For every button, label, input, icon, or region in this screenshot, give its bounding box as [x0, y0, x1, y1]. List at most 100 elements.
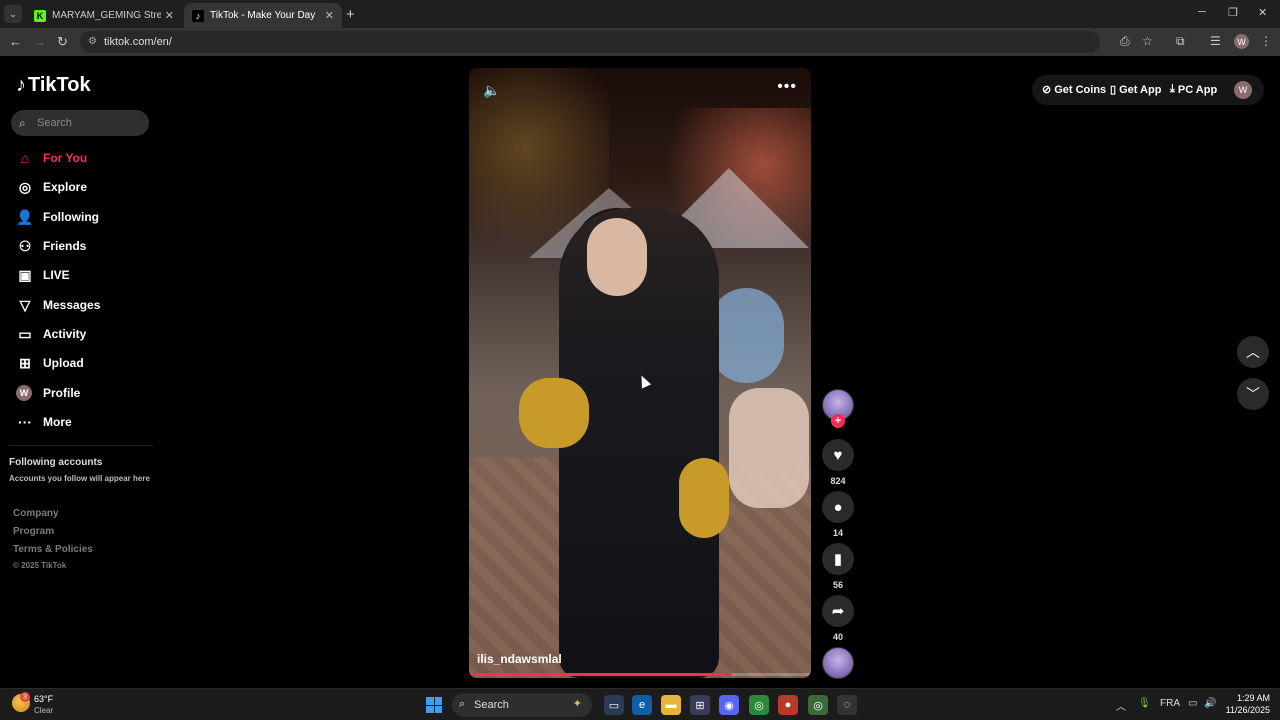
weather-temp[interactable]: 63°F [34, 694, 53, 704]
nav-live[interactable]: ▣ LIVE [16, 264, 69, 286]
following-accounts-title: Following accounts [9, 457, 103, 468]
forward-icon[interactable]: → [33, 34, 46, 49]
follow-plus-icon[interactable]: + [831, 414, 845, 428]
like-button[interactable]: ♥ [822, 439, 854, 471]
edge-icon[interactable]: e [632, 695, 652, 715]
share-icon: ➦ [831, 603, 845, 620]
pc-app-label: PC App [1177, 83, 1218, 96]
like-count: 824 [830, 476, 846, 486]
comment-icon: ● [833, 498, 843, 516]
browser-tab-bar: ⌄ K MARYAM_GEMING Stream - Kic ✕ ♪ TikTo… [0, 0, 1280, 28]
maximize-icon[interactable]: ❐ [1228, 6, 1238, 19]
save-count: 56 [832, 580, 843, 590]
chrome-active-icon[interactable]: ◎ [808, 695, 828, 715]
search-input[interactable]: ⌕ Search [11, 110, 149, 136]
url-bar[interactable]: ⚙ tiktok.com/en/ [80, 31, 1100, 53]
store-icon[interactable]: ⊞ [690, 695, 710, 715]
get-app-button[interactable]: ▯ Get App [1110, 83, 1161, 97]
minimize-icon[interactable]: ─ [1198, 6, 1206, 18]
share-button[interactable]: ➦ [822, 595, 854, 627]
weather-condition[interactable]: Clear [34, 706, 53, 715]
site-info-icon[interactable]: ⚙ [88, 36, 97, 47]
nav-more[interactable]: ··· More [16, 411, 72, 433]
extensions-icon[interactable]: ⧉ [1176, 34, 1185, 49]
more-icon: ··· [18, 414, 32, 430]
previous-video-button[interactable]: ︿ [1237, 336, 1269, 368]
tab-title: MARYAM_GEMING Stream - Kic [52, 10, 161, 21]
chrome-icon[interactable]: ◎ [749, 695, 769, 715]
back-icon[interactable]: ← [9, 34, 22, 49]
reload-icon[interactable]: ↻ [57, 34, 68, 50]
video-player[interactable]: 🔈 ••• ilis_ndawsmlal [469, 68, 811, 678]
music-disc-avatar[interactable] [822, 647, 854, 679]
footer-link-company[interactable]: Company [13, 508, 59, 519]
pc-app-button[interactable]: ⤓ PC App [1170, 83, 1217, 96]
nav-label: Following [43, 210, 99, 224]
microphone-icon[interactable]: 🎙 [1138, 698, 1151, 709]
video-username[interactable]: ilis_ndawsmlal [477, 652, 562, 666]
tab-tiktok[interactable]: ♪ TikTok - Make Your Day ✕ [184, 3, 342, 28]
url-text: tiktok.com/en/ [104, 36, 172, 48]
tiktok-logo[interactable]: ♪ TikTok [16, 74, 91, 97]
kick-icon: K [34, 9, 46, 22]
video-progress-bar[interactable] [469, 673, 811, 676]
clock-date[interactable]: 11/26/2025 [1220, 705, 1270, 715]
nav-activity[interactable]: ▭ Activity [16, 323, 86, 345]
copyright: © 2025 TikTok [13, 561, 67, 570]
nav-profile[interactable]: W Profile [16, 382, 80, 404]
tray-chevron-icon[interactable]: ︿ [1116, 698, 1126, 713]
weather-badge: 3 [20, 692, 30, 702]
comment-button[interactable]: ● [822, 491, 854, 523]
get-coins-button[interactable]: ⊘ Get Coins [1042, 83, 1106, 97]
task-view-icon[interactable]: ▭ [604, 695, 624, 715]
nav-label: More [43, 415, 72, 429]
network-icon[interactable]: ▭ [1188, 698, 1197, 709]
discord-icon[interactable]: ◉ [719, 695, 739, 715]
save-button[interactable]: ▮ [822, 543, 854, 575]
menu-kebab-icon[interactable]: ⋮ [1260, 34, 1272, 48]
close-tab-icon[interactable]: ✕ [165, 9, 174, 22]
next-video-button[interactable]: ﹀ [1237, 378, 1269, 410]
close-tab-icon[interactable]: ✕ [325, 9, 334, 22]
clock-time[interactable]: 1:29 AM [1226, 693, 1270, 703]
windows-start-icon[interactable] [426, 697, 442, 713]
video-scene-hand [729, 388, 809, 508]
user-avatar[interactable]: W [1234, 81, 1252, 99]
language-indicator[interactable]: FRA [1160, 698, 1180, 709]
compass-icon: ◎ [18, 178, 32, 195]
media-control-icon[interactable]: ☰ [1210, 34, 1221, 48]
tab-search-button[interactable]: ⌄ [4, 5, 22, 23]
volume-icon[interactable]: 🔈 [483, 82, 500, 99]
nav-explore[interactable]: ◎ Explore [16, 176, 87, 198]
video-scene-sleeve [679, 458, 729, 538]
install-app-icon[interactable]: ⎙ [1120, 34, 1130, 49]
app-icon[interactable]: ◌ [837, 695, 857, 715]
close-window-icon[interactable]: ✕ [1258, 6, 1267, 19]
taskbar-search[interactable]: ⌕ Search ✦ [452, 693, 592, 717]
search-icon: ⌕ [19, 116, 26, 130]
bookmark-star-icon[interactable]: ☆ [1142, 34, 1153, 48]
logo-text: TikTok [28, 74, 91, 96]
browser-profile-avatar[interactable]: W [1234, 34, 1249, 49]
file-explorer-icon[interactable]: ▬ [661, 695, 681, 715]
nav-friends[interactable]: ⚇ Friends [16, 235, 87, 257]
footer-link-program[interactable]: Program [13, 526, 54, 537]
nav-label: Friends [43, 239, 87, 253]
comment-count: 14 [832, 528, 843, 538]
nav-following[interactable]: 👤 Following [16, 206, 99, 228]
tab-kick[interactable]: K MARYAM_GEMING Stream - Kic ✕ [26, 3, 182, 28]
home-icon: ⌂ [20, 150, 30, 166]
coin-icon: ⊘ [1042, 84, 1052, 96]
recorder-icon[interactable]: ● [778, 695, 798, 715]
nav-for-you[interactable]: ⌂ For You [16, 147, 87, 169]
windows-taskbar: 3 63°F Clear ⌕ Search ✦ ▭ e ▬ ⊞ ◉ ◎ ● ◎ … [0, 688, 1280, 720]
video-scene-face [587, 218, 647, 296]
footer-link-terms[interactable]: Terms & Policies [13, 544, 93, 555]
nav-label: For You [43, 151, 88, 165]
nav-upload[interactable]: ⊞ Upload [16, 352, 84, 374]
volume-tray-icon[interactable]: 🔊 [1204, 698, 1216, 709]
video-more-icon[interactable]: ••• [777, 78, 797, 96]
new-tab-button[interactable]: + [346, 6, 355, 23]
video-progress-fill [469, 673, 733, 676]
nav-messages[interactable]: ▽ Messages [16, 294, 101, 316]
